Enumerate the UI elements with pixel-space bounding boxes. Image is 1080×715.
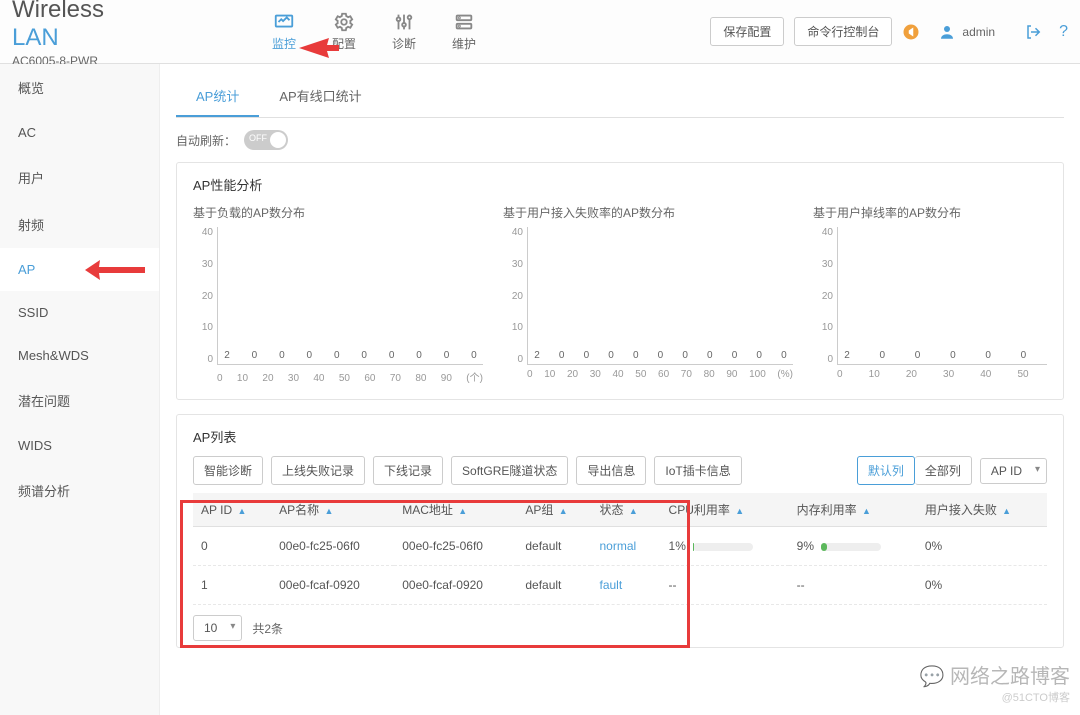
logo-title: Wireless LAN	[12, 0, 152, 52]
monitor-icon	[273, 11, 295, 33]
content-tabs: AP统计 AP有线口统计	[176, 76, 1064, 118]
filter-field-dropdown[interactable]: AP ID	[980, 458, 1047, 484]
tab-ap-wired-stats[interactable]: AP有线口统计	[259, 76, 381, 117]
topnav-maintain[interactable]: 维护	[452, 11, 476, 52]
sidebar-item-mesh[interactable]: Mesh&WDS	[0, 334, 159, 377]
btn-online-fail[interactable]: 上线失败记录	[271, 456, 365, 485]
sidebar-item-spectrum[interactable]: 频谱分析	[0, 467, 159, 514]
top-nav: 监控 配置 诊断 维护	[272, 11, 476, 52]
ap-list-toolbar: 智能诊断 上线失败记录 下线记录 SoftGRE隧道状态 导出信息 IoT插卡信…	[193, 456, 1047, 485]
sidebar-item-rf[interactable]: 射频	[0, 201, 159, 248]
alert-icon[interactable]	[902, 23, 920, 41]
btn-offline-log[interactable]: 下线记录	[373, 456, 443, 485]
topnav-config[interactable]: 配置	[332, 11, 356, 52]
topnav-maintain-label: 维护	[452, 35, 476, 52]
chart-title: 基于负载的AP数分布	[193, 204, 483, 221]
btn-iot[interactable]: IoT插卡信息	[654, 456, 741, 485]
help-icon[interactable]: ?	[1059, 23, 1068, 41]
page-size-dropdown[interactable]: 10	[193, 615, 242, 641]
col-header[interactable]: AP组 ▲	[517, 493, 591, 527]
col-header[interactable]: MAC地址 ▲	[394, 493, 517, 527]
header: Wireless LAN AC6005-8-PWR 监控 配置 诊断 维护 保存…	[0, 0, 1080, 64]
topnav-monitor[interactable]: 监控	[272, 11, 296, 52]
auto-refresh-label: 自动刷新：	[176, 132, 236, 149]
pager: 10 共2条	[193, 615, 1047, 641]
ap-list-title: AP列表	[193, 427, 1047, 446]
chart-title: 基于用户掉线率的AP数分布	[813, 204, 1047, 221]
btn-all-cols[interactable]: 全部列	[915, 456, 972, 485]
user-icon	[938, 23, 956, 41]
status-link[interactable]: fault	[599, 578, 622, 592]
btn-export[interactable]: 导出信息	[576, 456, 646, 485]
perf-panel: AP性能分析 基于负载的AP数分布40302010020000000000102…	[176, 162, 1064, 400]
topnav-monitor-label: 监控	[272, 35, 296, 52]
server-icon	[453, 11, 475, 33]
sidebar: 概览 AC 用户 射频 AP SSID Mesh&WDS 潜在问题 WIDS 频…	[0, 64, 160, 715]
header-right: 保存配置 命令行控制台 admin ?	[710, 17, 1068, 46]
col-header[interactable]: AP ID ▲	[193, 493, 271, 527]
logout-icon[interactable]	[1025, 23, 1043, 41]
watermark: 💬 网络之路博客 @51CTO博客	[920, 660, 1070, 705]
perf-panel-title: AP性能分析	[193, 175, 1047, 194]
pager-total: 共2条	[252, 620, 283, 637]
status-link[interactable]: normal	[599, 539, 636, 553]
sidebar-item-wids[interactable]: WIDS	[0, 424, 159, 467]
chart-2: 基于用户掉线率的AP数分布403020100200000000102030405…	[813, 204, 1047, 387]
charts-row: 基于负载的AP数分布403020100200000000001020304050…	[193, 204, 1047, 387]
toggle-state: OFF	[249, 133, 267, 143]
user-area[interactable]: admin	[938, 23, 995, 41]
cli-console-button[interactable]: 命令行控制台	[794, 17, 892, 46]
sliders-icon	[393, 11, 415, 33]
user-name: admin	[962, 25, 995, 39]
table-row[interactable]: 100e0-fcaf-092000e0-fcaf-0920defaultfaul…	[193, 566, 1047, 605]
sidebar-item-ac[interactable]: AC	[0, 111, 159, 154]
sidebar-item-ap[interactable]: AP	[0, 248, 159, 291]
btn-smart-diag[interactable]: 智能诊断	[193, 456, 263, 485]
logo: Wireless LAN AC6005-8-PWR	[12, 0, 152, 68]
col-header[interactable]: 状态 ▲	[591, 493, 660, 527]
btn-softgre[interactable]: SoftGRE隧道状态	[451, 456, 568, 485]
chart-title: 基于用户接入失败率的AP数分布	[503, 204, 793, 221]
col-header[interactable]: 用户接入失败 ▲	[917, 493, 1047, 527]
tab-ap-stats[interactable]: AP统计	[176, 76, 259, 117]
sidebar-item-issues[interactable]: 潜在问题	[0, 377, 159, 424]
sidebar-item-ssid[interactable]: SSID	[0, 291, 159, 334]
save-config-button[interactable]: 保存配置	[710, 17, 784, 46]
col-header[interactable]: 内存利用率 ▲	[789, 493, 917, 527]
gear-icon	[333, 11, 355, 33]
sidebar-item-user[interactable]: 用户	[0, 154, 159, 201]
ap-list-panel: AP列表 智能诊断 上线失败记录 下线记录 SoftGRE隧道状态 导出信息 I…	[176, 414, 1064, 648]
auto-refresh-row: 自动刷新： OFF	[176, 130, 1064, 150]
main: AP统计 AP有线口统计 自动刷新： OFF AP性能分析 基于负载的AP数分布…	[160, 64, 1080, 715]
chart-1: 基于用户接入失败率的AP数分布4030201002000000000001020…	[503, 204, 793, 387]
topnav-diagnose-label: 诊断	[392, 35, 416, 52]
topnav-diagnose[interactable]: 诊断	[392, 11, 416, 52]
topnav-config-label: 配置	[332, 35, 356, 52]
layout: 概览 AC 用户 射频 AP SSID Mesh&WDS 潜在问题 WIDS 频…	[0, 64, 1080, 715]
col-header[interactable]: AP名称 ▲	[271, 493, 394, 527]
col-header[interactable]: CPU利用率 ▲	[661, 493, 789, 527]
table-row[interactable]: 000e0-fc25-06f000e0-fc25-06f0defaultnorm…	[193, 527, 1047, 566]
sidebar-item-overview[interactable]: 概览	[0, 64, 159, 111]
btn-default-cols[interactable]: 默认列	[857, 456, 915, 485]
auto-refresh-toggle[interactable]: OFF	[244, 130, 288, 150]
chart-0: 基于负载的AP数分布403020100200000000001020304050…	[193, 204, 483, 387]
ap-table: AP ID ▲AP名称 ▲MAC地址 ▲AP组 ▲状态 ▲CPU利用率 ▲内存利…	[193, 493, 1047, 605]
